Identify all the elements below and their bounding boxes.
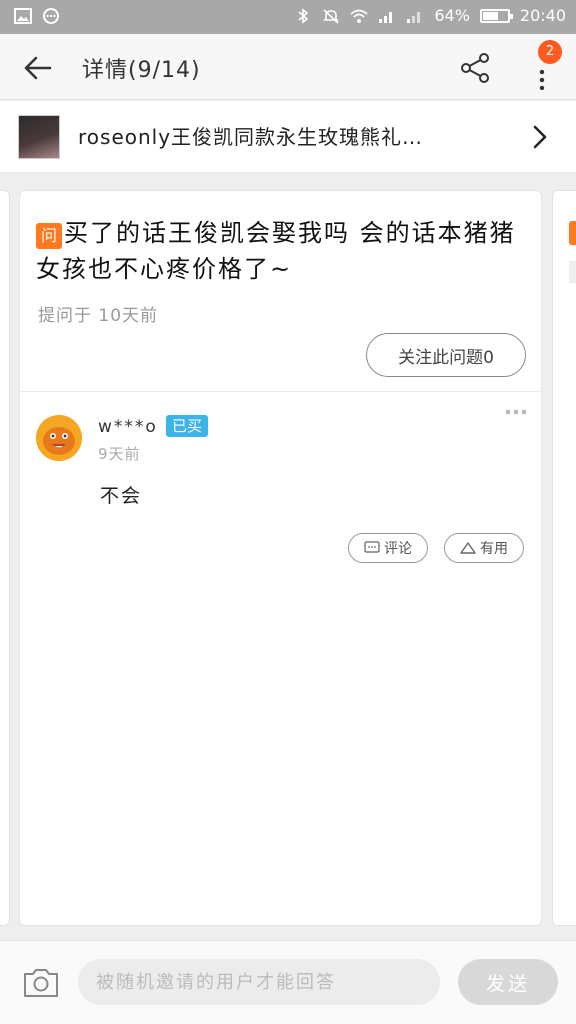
answer-input[interactable] [78,959,440,1005]
status-bar: 64% 20:40 [0,0,576,34]
more-horizontal-icon[interactable] [504,407,528,417]
bluetooth-icon [298,7,309,24]
chevron-right-icon [533,125,547,149]
bought-badge: 已买 [166,415,209,437]
back-arrow-icon[interactable] [20,52,56,84]
answer-input-bar: 发送 [0,940,576,1024]
product-link-row[interactable]: roseonly王俊凯同款永生玫瑰熊礼… [0,101,576,173]
peek-placeholder [569,261,576,283]
battery-percent: 64% [434,6,470,25]
avatar[interactable] [36,415,82,461]
signal-icon [379,11,393,23]
product-title: roseonly王俊凯同款永生玫瑰熊礼… [78,125,424,149]
mute-icon [323,8,340,24]
follow-question-button[interactable]: 关注此问题0 [366,333,526,377]
page-title: 详情(9/14) [82,58,201,83]
answer-user-name: w***o [98,417,158,437]
triangle-up-icon [460,542,476,554]
notification-badge: 2 [538,40,562,64]
comment-icon [364,541,380,553]
gallery-icon [14,8,32,24]
signal-icon-2 [407,11,421,23]
product-thumbnail [18,115,60,159]
divider [20,391,541,392]
useful-label: 有用 [480,541,508,557]
comment-label: 评论 [384,541,412,557]
battery-icon [479,8,513,23]
useful-button[interactable]: 有用 [444,533,524,563]
wifi-icon [350,9,368,23]
top-nav-bar: 详情(9/14) 2 [0,34,576,100]
avatar-icon [36,415,82,461]
answer-time: 9天前 [98,445,141,463]
previous-question-card[interactable] [0,190,10,926]
next-question-card[interactable] [552,190,576,926]
send-button[interactable]: 发送 [458,959,558,1005]
question-tag: 问 [36,223,62,249]
question-card: 买了的话王俊凯会娶我吗 会的话本猪猪女孩也不心疼价格了~ 问 提问于 10天前 … [19,190,542,926]
share-icon[interactable] [458,50,494,86]
message-icon [43,8,59,24]
camera-icon[interactable] [22,965,60,999]
question-tag-peek [569,221,576,245]
comment-button[interactable]: 评论 [348,533,428,563]
answer-text: 不会 [100,485,143,507]
clock: 20:40 [519,6,566,25]
question-meta: 提问于 10天前 [38,306,159,326]
question-text: 买了的话王俊凯会娶我吗 会的话本猪猪女孩也不心疼价格了~ [36,219,516,283]
